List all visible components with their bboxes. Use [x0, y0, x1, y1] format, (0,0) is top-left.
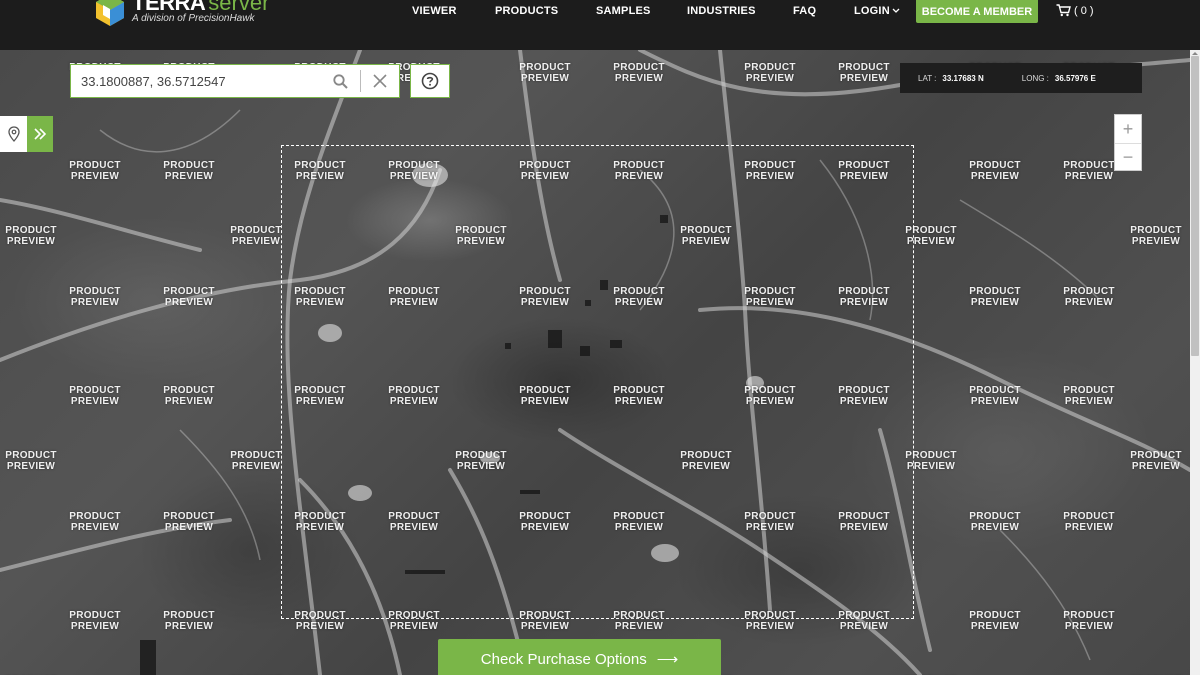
cart-button[interactable]: ( 0 ): [1056, 4, 1094, 17]
side-panel-toggle[interactable]: [0, 116, 53, 152]
location-pin-icon: [0, 116, 27, 152]
page-scrollbar[interactable]: [1190, 50, 1200, 675]
arrow-right-icon: ⟶: [656, 651, 679, 668]
coordinate-search-input[interactable]: [71, 65, 320, 97]
nav-login[interactable]: LOGIN: [854, 5, 900, 17]
help-button[interactable]: [410, 64, 450, 98]
nav-products[interactable]: PRODUCTS: [495, 5, 558, 17]
nav-industries[interactable]: INDUSTRIES: [687, 5, 756, 17]
login-label: LOGIN: [854, 5, 890, 17]
nav-samples[interactable]: SAMPLES: [596, 5, 651, 17]
clear-search-button[interactable]: [361, 65, 399, 97]
search-icon: [332, 73, 348, 89]
scrollbar-thumb[interactable]: [1191, 56, 1199, 356]
search-box: [70, 64, 400, 98]
lat-label: LAT :: [918, 73, 937, 83]
satellite-map[interactable]: PRODUCT PREVIEW PRODUCT PREVIEW PRODUCT PREVI…: [0, 50, 1200, 675]
main-nav: VIEWER PRODUCTS SAMPLES INDUSTRIES FAQ L…: [0, 0, 1200, 24]
long-label: LONG :: [1021, 73, 1049, 83]
top-navbar: TERRA server A division of PrecisionHawk…: [0, 0, 1200, 50]
zoom-out-button[interactable]: −: [1115, 143, 1141, 171]
selection-area[interactable]: [281, 145, 914, 619]
zoom-control: + −: [1114, 114, 1142, 171]
question-icon: [421, 72, 439, 90]
cart-icon: [1056, 4, 1071, 17]
lat-value: 33.17683 N: [942, 73, 984, 83]
purchase-label: Check Purchase Options: [480, 650, 647, 668]
become-member-button[interactable]: BECOME A MEMBER: [916, 0, 1038, 23]
zoom-in-button[interactable]: +: [1115, 115, 1141, 143]
double-chevron-right-icon: [27, 116, 53, 152]
check-purchase-options-button[interactable]: Check Purchase Options ⟶: [438, 639, 721, 675]
cart-count: ( 0 ): [1074, 4, 1094, 17]
nav-viewer[interactable]: VIEWER: [412, 5, 457, 17]
coordinate-readout: LAT : 33.17683 N LONG : 36.57976 E: [900, 63, 1142, 93]
close-icon: [373, 74, 387, 88]
search-button[interactable]: [320, 65, 360, 97]
long-value: 36.57976 E: [1054, 73, 1096, 83]
chevron-down-icon: [892, 8, 900, 13]
nav-faq[interactable]: FAQ: [793, 5, 816, 17]
